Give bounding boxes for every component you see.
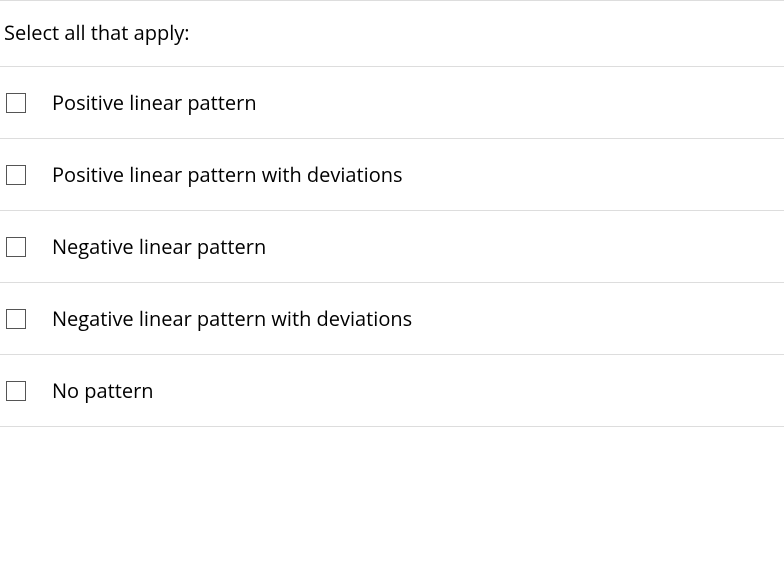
- question-prompt: Select all that apply:: [4, 19, 190, 46]
- checkbox-1[interactable]: [6, 165, 26, 185]
- checkbox-0[interactable]: [6, 93, 26, 113]
- option-row-1[interactable]: Positive linear pattern with deviations: [0, 139, 784, 211]
- option-row-3[interactable]: Negative linear pattern with deviations: [0, 283, 784, 355]
- checkbox-4[interactable]: [6, 381, 26, 401]
- checkbox-3[interactable]: [6, 309, 26, 329]
- option-label-1: Positive linear pattern with deviations: [52, 161, 403, 188]
- option-row-0[interactable]: Positive linear pattern: [0, 67, 784, 139]
- question-prompt-row: Select all that apply:: [0, 0, 784, 67]
- option-row-4[interactable]: No pattern: [0, 355, 784, 427]
- option-label-2: Negative linear pattern: [52, 233, 266, 260]
- option-label-3: Negative linear pattern with deviations: [52, 305, 412, 332]
- checkbox-2[interactable]: [6, 237, 26, 257]
- option-row-2[interactable]: Negative linear pattern: [0, 211, 784, 283]
- option-label-4: No pattern: [52, 377, 154, 404]
- option-label-0: Positive linear pattern: [52, 89, 257, 116]
- question-container: Select all that apply: Positive linear p…: [0, 0, 784, 427]
